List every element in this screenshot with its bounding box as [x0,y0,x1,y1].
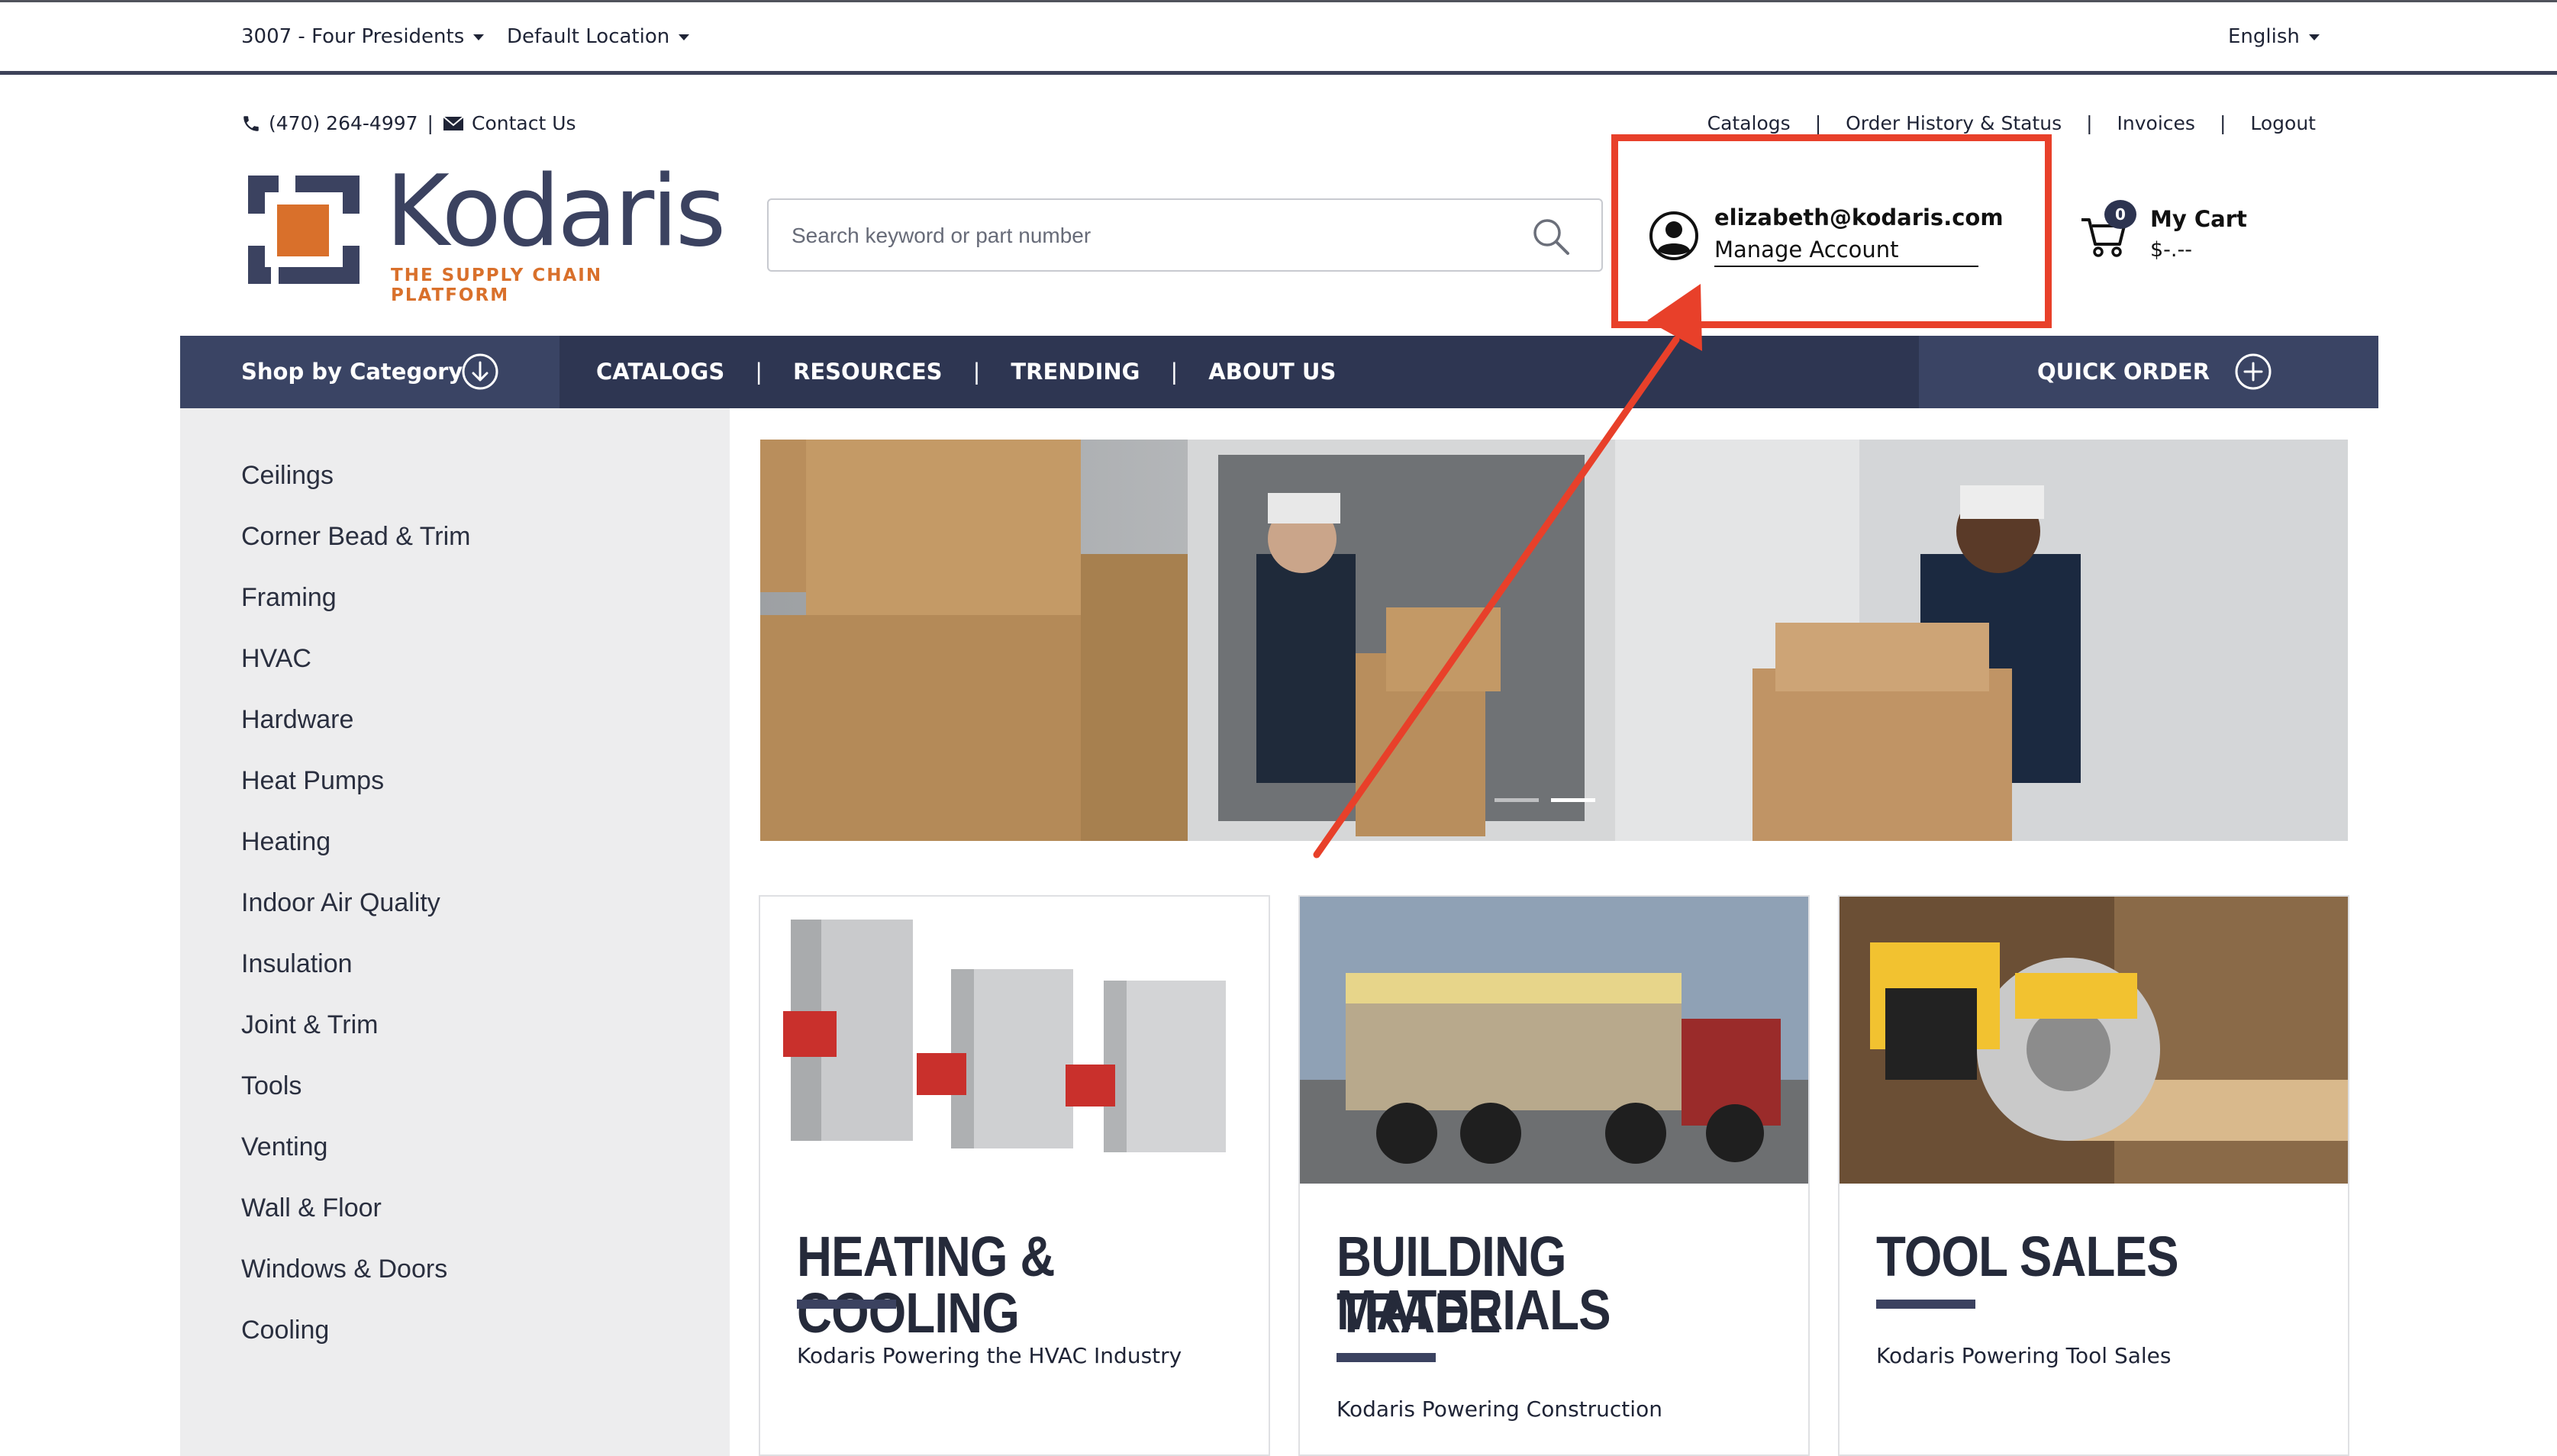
nav-resources[interactable]: RESOURCES [793,359,943,385]
language-selector[interactable]: English [2228,25,2320,48]
quick-order-button[interactable]: QUICK ORDER [1919,336,2378,408]
separator: | [1814,112,1822,134]
separator: | [755,359,763,385]
carousel-dot-active[interactable] [1551,798,1595,802]
category-indoor-air-quality[interactable]: Indoor Air Quality [241,887,470,949]
card-image [1840,897,2348,1184]
separator: | [1170,359,1179,385]
cart-total: $-.-- [2150,238,2192,262]
category-joint-trim[interactable]: Joint & Trim [241,1010,470,1071]
arrow-down-circle-icon [462,353,498,390]
category-windows-doors[interactable]: Windows & Doors [241,1254,470,1315]
hero-banner[interactable] [760,440,2348,841]
search-bar [767,198,1603,272]
category-sidebar: Ceilings Corner Bead & Trim Framing HVAC… [180,408,730,1456]
category-ceilings[interactable]: Ceilings [241,460,470,521]
nav-about-us[interactable]: ABOUT US [1208,359,1336,385]
phone-number[interactable]: (470) 264-4997 [269,112,418,134]
contact-us-link[interactable]: Contact Us [472,112,576,134]
chevron-down-icon [2308,34,2320,40]
invoices-link[interactable]: Invoices [2117,112,2195,134]
category-cooling[interactable]: Cooling [241,1315,470,1376]
category-corner-bead-trim[interactable]: Corner Bead & Trim [241,521,470,582]
language-selector-label: English [2228,25,2300,48]
contact-row: (470) 264-4997 | Contact Us [241,112,576,134]
card-subtitle: Kodaris Powering the HVAC Industry [797,1343,1182,1368]
shop-by-category-button[interactable]: Shop by Category [180,336,559,408]
logout-link[interactable]: Logout [2250,112,2316,134]
card-tool-sales[interactable]: TOOL SALES Kodaris Powering Tool Sales [1838,895,2349,1456]
chevron-down-icon [679,34,690,40]
search-input[interactable] [792,218,1478,253]
store-selector-label: 3007 - Four Presidents [241,25,465,48]
store-selector[interactable]: 3007 - Four Presidents [241,25,485,48]
carousel-dot[interactable] [1495,798,1539,802]
card-subtitle: Kodaris Powering Tool Sales [1876,1343,2172,1368]
utility-bar: 3007 - Four Presidents Default Location … [0,0,2557,75]
account-links: Catalogs | Order History & Status | Invo… [1707,112,2316,134]
card-title-rule [797,1300,896,1309]
card-title: TOOL SALES [1876,1225,2179,1288]
card-title-line-2: MATERIALS [1337,1278,1611,1342]
logo-mark-icon [248,176,360,284]
nav-links: CATALOGS | RESOURCES | TRENDING | ABOUT … [596,359,1336,385]
card-title-rule [1337,1353,1436,1362]
category-hardware[interactable]: Hardware [241,704,470,765]
nav-trending[interactable]: TRENDING [1011,359,1140,385]
logo-wordmark: Kodaris [385,155,726,269]
carousel-indicators [1495,798,1595,802]
category-hvac[interactable]: HVAC [241,643,470,704]
location-selector-label: Default Location [507,25,670,48]
category-framing[interactable]: Framing [241,582,470,643]
logo-tagline: THE SUPPLY CHAIN PLATFORM [391,266,603,305]
cart-count-badge: 0 [2104,200,2136,229]
kodaris-logo[interactable]: Kodaris THE SUPPLY CHAIN PLATFORM [248,163,726,305]
category-insulation[interactable]: Insulation [241,949,470,1010]
annotation-highlight-box [1611,134,2052,328]
phone-icon [243,115,259,131]
truck-image [1300,897,1808,1184]
shop-by-category-label: Shop by Category [241,359,463,385]
card-heating-cooling[interactable]: HEATING & COOLING Kodaris Powering the H… [759,895,1270,1456]
separator: | [2086,112,2093,134]
category-heat-pumps[interactable]: Heat Pumps [241,765,470,826]
mail-icon [443,115,464,130]
separator: | [972,359,981,385]
catalogs-link[interactable]: Catalogs [1707,112,1791,134]
location-selector[interactable]: Default Location [507,25,690,48]
card-title-rule [1876,1300,1975,1309]
hero-image [760,440,2348,841]
boiler-image [760,897,1269,1184]
nav-catalogs[interactable]: CATALOGS [596,359,724,385]
cart-label: My Cart [2150,206,2247,232]
quick-order-label: QUICK ORDER [2037,359,2210,385]
order-history-link[interactable]: Order History & Status [1846,112,2062,134]
card-image [1300,897,1808,1184]
plus-circle-icon [2235,353,2272,390]
card-subtitle: Kodaris Powering Construction [1337,1396,1662,1422]
circular-saw-image [1840,897,2348,1184]
cart-button[interactable]: 0 My Cart $-.-- [2080,200,2278,269]
card-title: HEATING & COOLING [797,1225,1055,1345]
category-wall-floor[interactable]: Wall & Floor [241,1193,470,1254]
card-image [760,897,1269,1184]
category-tools[interactable]: Tools [241,1071,470,1132]
card-building-trade-materials[interactable]: BUILDING TRADE MATERIALS Kodaris Powerin… [1298,895,1810,1456]
search-icon[interactable] [1531,217,1571,256]
category-heating[interactable]: Heating [241,826,470,887]
separator: | [427,112,434,134]
chevron-down-icon [473,34,485,40]
category-venting[interactable]: Venting [241,1132,470,1193]
main-nav: Shop by Category CATALOGS | RESOURCES | … [180,336,2378,408]
category-list: Ceilings Corner Bead & Trim Framing HVAC… [241,460,470,1376]
separator: | [2219,112,2226,134]
